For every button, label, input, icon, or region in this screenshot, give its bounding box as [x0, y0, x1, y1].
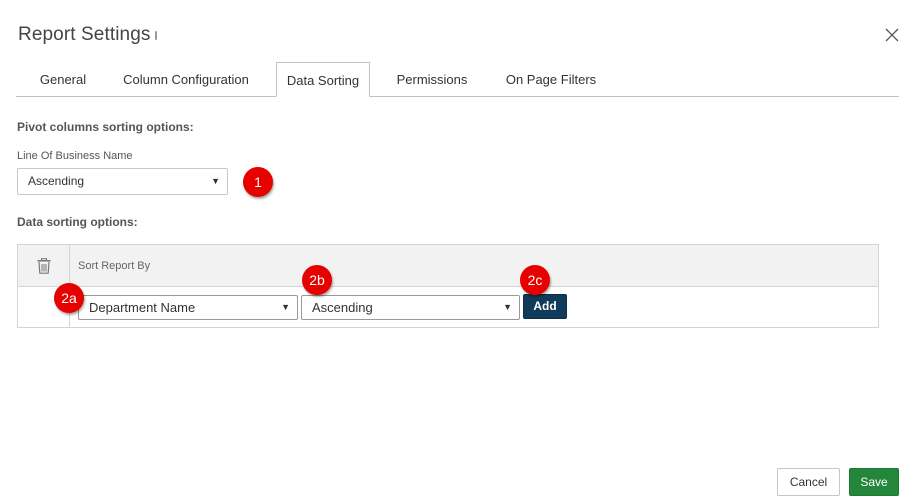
step-badge-2a: 2a [54, 283, 84, 313]
pivot-sort-value: Ascending [28, 174, 85, 188]
dialog-title: Report Settings [18, 24, 151, 45]
tab-on-page-filters[interactable]: On Page Filters [496, 62, 606, 97]
caret-down-icon: ▼ [211, 176, 220, 186]
close-icon[interactable] [884, 27, 900, 43]
sort-report-by-header: Sort Report By [78, 260, 151, 272]
pivot-sort-select[interactable]: Ascending ▼ [17, 168, 228, 195]
caret-down-icon: ▼ [503, 302, 512, 312]
trash-icon[interactable] [37, 257, 51, 274]
data-sorting-section-label: Data sorting options: [17, 215, 138, 229]
step-badge-2b: 2b [302, 265, 332, 295]
add-sort-button[interactable]: Add [523, 294, 567, 319]
line-of-business-label: Line Of Business Name [17, 150, 133, 162]
caret-down-icon: ▼ [281, 302, 290, 312]
save-button[interactable]: Save [849, 468, 899, 496]
tab-data-sorting[interactable]: Data Sorting [276, 62, 370, 97]
sort-order-select[interactable]: Ascending ▼ [301, 295, 520, 320]
step-badge-1: 1 [243, 167, 273, 197]
tab-bar: General Column Configuration Data Sortin… [16, 62, 899, 97]
pivot-section-label: Pivot columns sorting options: [17, 120, 194, 134]
tab-column-configuration[interactable]: Column Configuration [112, 62, 260, 97]
sort-field-value: Department Name [89, 300, 196, 315]
sort-order-value: Ascending [312, 300, 373, 315]
step-badge-2c: 2c [520, 265, 550, 295]
tab-general[interactable]: General [28, 62, 98, 97]
cancel-button[interactable]: Cancel [777, 468, 840, 496]
title-info-mark [155, 31, 157, 40]
tab-permissions[interactable]: Permissions [388, 62, 476, 97]
sort-field-select[interactable]: Department Name ▼ [78, 295, 298, 320]
